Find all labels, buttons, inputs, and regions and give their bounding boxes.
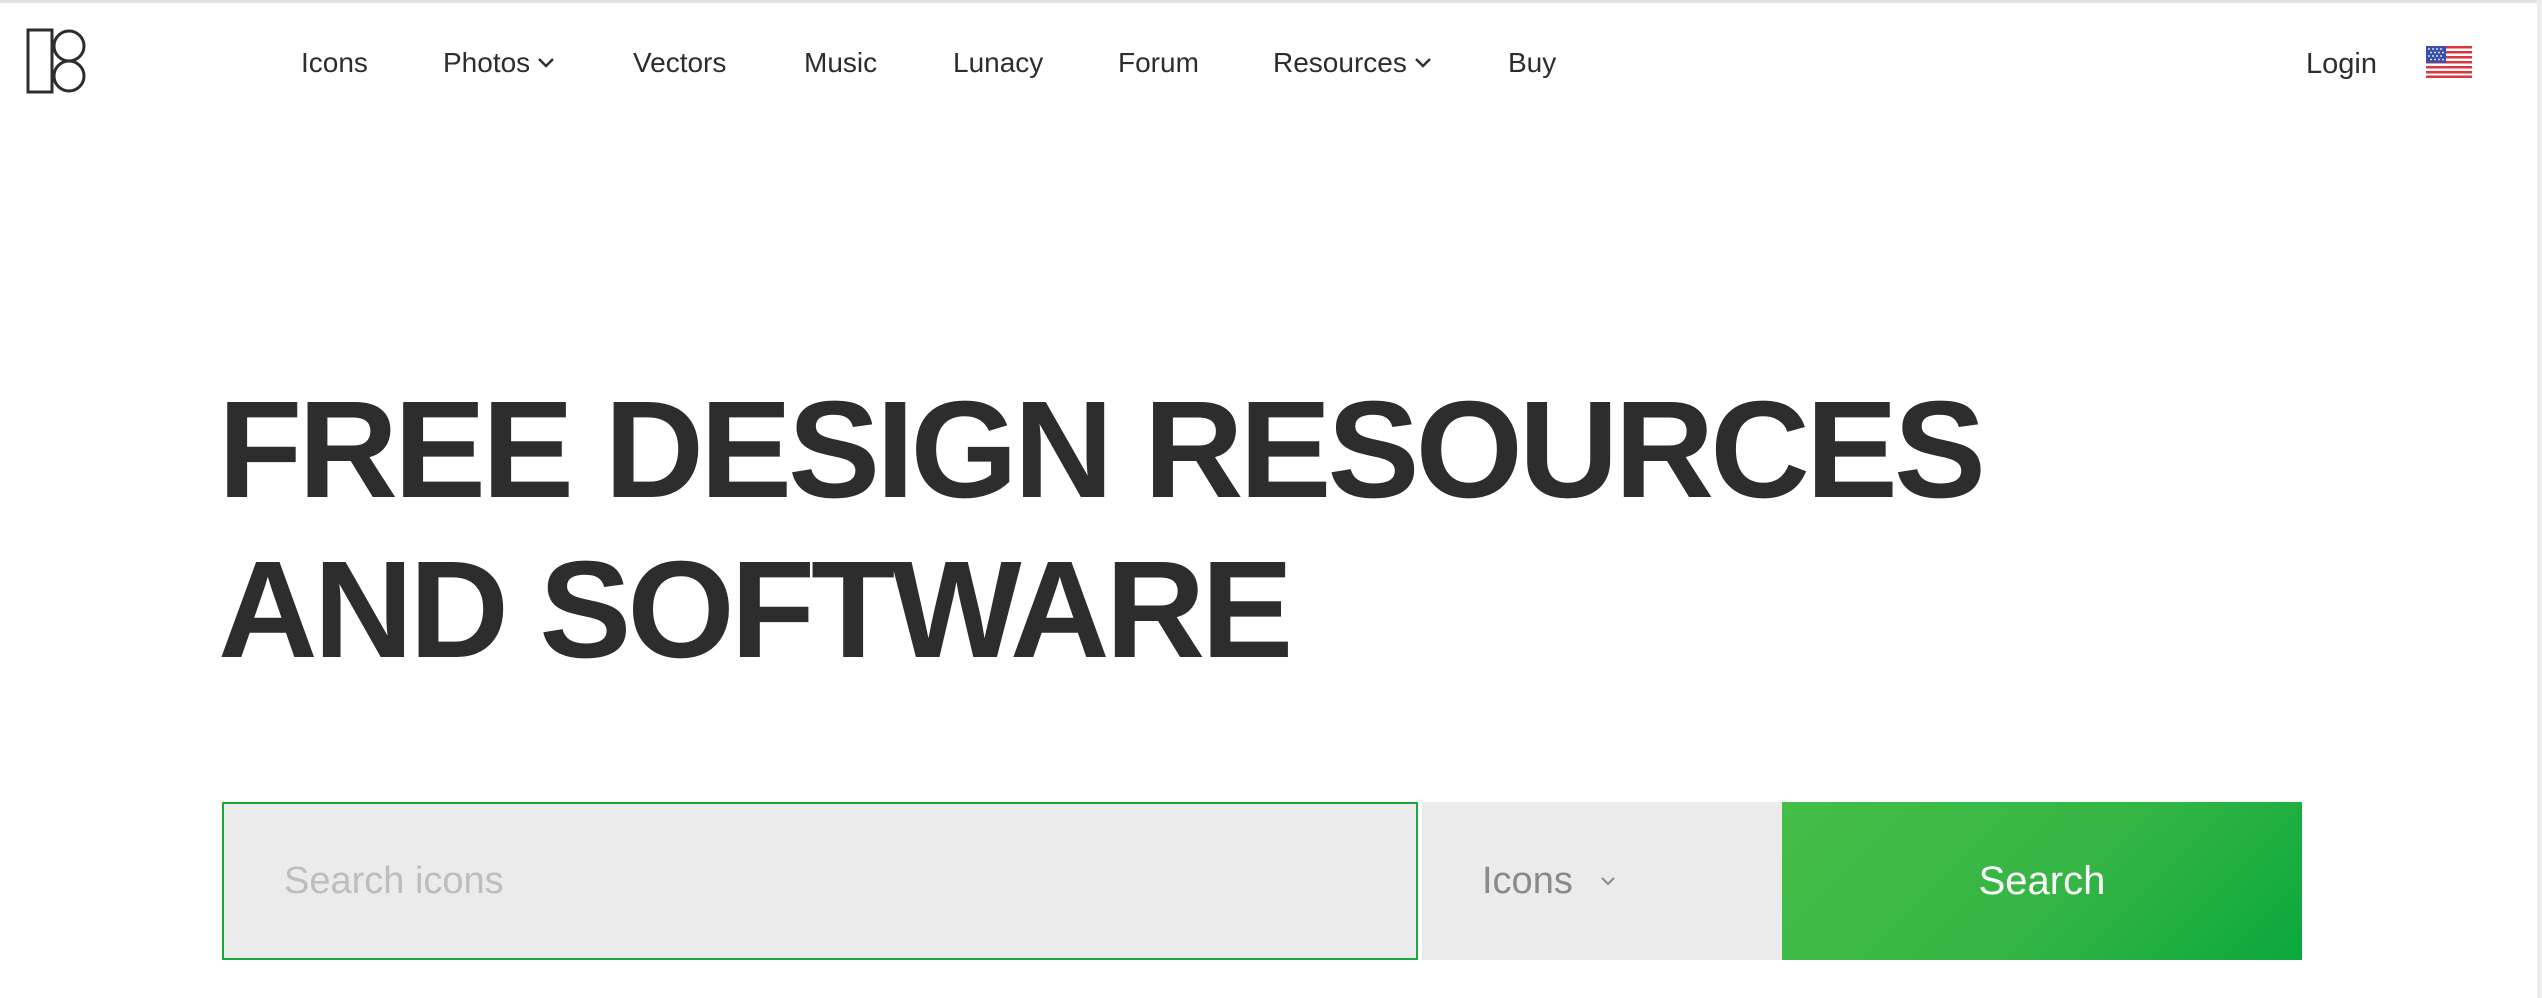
top-border [0, 0, 2542, 3]
nav-item-label: Icons [301, 47, 368, 78]
nav-item-label: Music [804, 47, 878, 78]
search-input[interactable] [222, 802, 1418, 960]
icons8-logo-icon[interactable] [26, 28, 88, 94]
nav-item-lunacy[interactable]: Lunacy [953, 38, 1043, 88]
scrollbar-track[interactable] [2537, 0, 2542, 998]
us-flag-icon[interactable] [2426, 46, 2472, 78]
login-link[interactable]: Login [2306, 39, 2377, 89]
search-button[interactable]: Search [1782, 802, 2302, 960]
nav-item-vectors[interactable]: Vectors [633, 38, 726, 88]
chevron-down-icon [1601, 877, 1615, 886]
chevron-down-icon [1414, 58, 1431, 68]
nav-item-label: Vectors [633, 47, 727, 78]
nav-item-label: Lunacy [953, 47, 1044, 78]
hero-title: FREE DESIGN RESOURCES AND SOFTWARE [218, 370, 2118, 690]
nav-item-forum[interactable]: Forum [1118, 38, 1199, 88]
nav-item-photos[interactable]: Photos [443, 38, 556, 88]
nav-item-label: Resources [1273, 47, 1407, 78]
search-type-dropdown[interactable]: Icons [1422, 802, 1782, 960]
search-type-label: Icons [1482, 859, 1573, 902]
hero-title-line-2: AND SOFTWARE [218, 533, 1293, 687]
nav-item-label: Photos [443, 47, 531, 78]
nav-item-resources[interactable]: Resources [1273, 38, 1433, 88]
nav-item-music[interactable]: Music [804, 38, 877, 88]
nav-item-label: Forum [1118, 47, 1199, 78]
nav-item-buy[interactable]: Buy [1508, 38, 1556, 88]
nav-item-label: Buy [1508, 47, 1557, 78]
hero-title-line-1: FREE DESIGN RESOURCES [218, 373, 1986, 527]
nav-item-icons[interactable]: Icons [301, 38, 368, 88]
chevron-down-icon [538, 58, 555, 68]
